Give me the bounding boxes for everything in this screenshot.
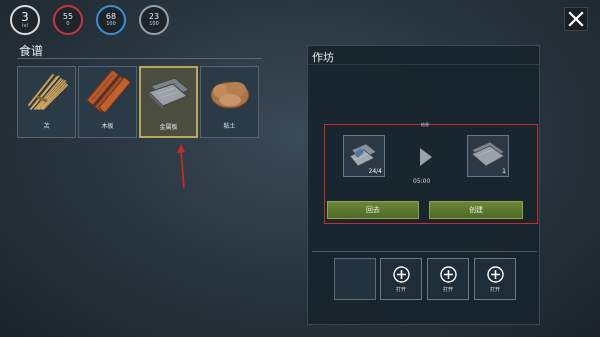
workshop-divider [308, 64, 539, 65]
health-indicator: 55 0 [53, 5, 83, 35]
close-button[interactable] [564, 7, 588, 31]
tool-slot-label: 打开 [395, 287, 406, 293]
workshop-title: 作坊 [312, 51, 334, 64]
level-label: lvl [22, 23, 28, 29]
recipe-label: 粘土 [223, 123, 236, 130]
recipes-divider [17, 58, 262, 59]
recipe-label: 金属板 [159, 124, 178, 131]
input-slot[interactable]: 24/4 [343, 135, 385, 177]
craft-section-label: 结果 [421, 122, 429, 127]
food-sub: 100 [149, 21, 159, 27]
tool-slot-label: 打开 [489, 287, 500, 293]
back-button[interactable]: 回去 [327, 201, 419, 219]
tool-slot-empty[interactable] [334, 258, 376, 300]
thatch-icon [27, 74, 68, 110]
water-indicator: 68 100 [96, 5, 126, 35]
health-value: 55 [62, 12, 74, 21]
recipe-planks[interactable]: 木板 [78, 66, 137, 138]
output-slot[interactable]: 1 [467, 135, 509, 177]
craft-time: 05:00 [413, 178, 431, 185]
create-button[interactable]: 创建 [429, 201, 523, 219]
recipe-clay[interactable]: 粘土 [200, 66, 259, 138]
level-indicator: 3 lvl [10, 5, 40, 35]
tool-slot-open[interactable]: 打开 [427, 258, 469, 300]
input-count: 24/4 [368, 168, 382, 175]
level-value: 3 [21, 10, 29, 24]
tool-slot-open[interactable]: 打开 [380, 258, 422, 300]
plus-icon [439, 266, 457, 283]
recipe-label: 苫 [43, 123, 50, 130]
water-sub: 100 [106, 21, 116, 27]
health-sub: 0 [66, 21, 70, 27]
tools-divider [312, 251, 537, 252]
play-arrow-icon [420, 148, 432, 166]
recipe-metal-sheet[interactable]: 金属板 [139, 66, 198, 138]
close-icon [568, 11, 584, 27]
recipes-title: 食谱 [19, 44, 44, 58]
tool-slot-label: 打开 [442, 287, 453, 293]
workshop-panel: 作坊 结果 24/4 05:00 1 回去 创建 打开 打开 打开 [307, 45, 540, 325]
pointer-arrow-icon [177, 144, 185, 189]
metal-sheet-icon [147, 77, 190, 109]
planks-icon [86, 71, 131, 113]
output-count: 1 [502, 168, 506, 175]
craft-section: 结果 24/4 05:00 1 回去 创建 [324, 122, 538, 224]
water-value: 68 [105, 12, 117, 21]
recipe-thatch[interactable]: 苫 [17, 66, 76, 138]
food-indicator: 23 100 [139, 5, 169, 35]
tool-slot-open[interactable]: 打开 [474, 258, 516, 300]
plus-icon [392, 266, 410, 283]
recipe-label: 木板 [101, 123, 114, 130]
clay-icon [210, 81, 249, 109]
food-value: 23 [148, 12, 160, 21]
plus-icon [486, 266, 504, 283]
